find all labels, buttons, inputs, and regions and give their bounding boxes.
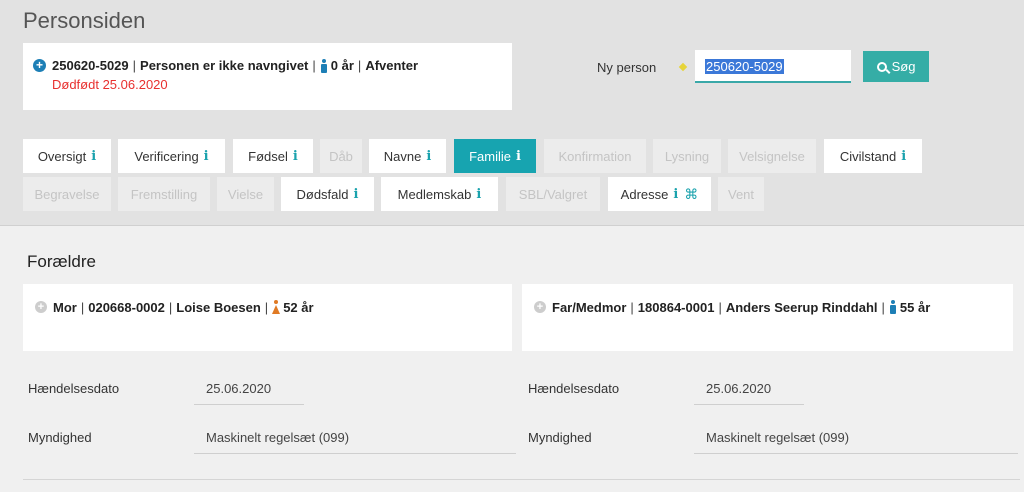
deceased-notice: Dødfødt 25.06.2020 <box>52 77 168 92</box>
person-age: 0 år <box>330 58 354 73</box>
tab-label: Dåb <box>329 148 353 164</box>
tab-vielse: Vielse <box>217 177 274 211</box>
tab-konfirmation: Konfirmation <box>544 139 646 173</box>
tab-label: Adresse <box>620 186 669 202</box>
tab-sbl-valgret: SBL/Valgret <box>506 177 600 211</box>
authority-label: Myndighed <box>28 430 92 445</box>
parent-role: Mor <box>53 300 77 315</box>
tab-label: Fødsel <box>248 148 288 164</box>
tab-daab: Dåb <box>320 139 362 173</box>
person-status: Afventer <box>365 58 419 73</box>
section-title: Forældre <box>27 252 96 271</box>
tab-lysning: Lysning <box>653 139 721 173</box>
tab-verificering[interactable]: Verificering i <box>118 139 225 173</box>
info-icon: i <box>426 148 432 164</box>
expand-plus-icon[interactable]: + <box>35 301 47 313</box>
info-icon: i <box>673 186 679 202</box>
tab-label: Oversigt <box>37 148 87 164</box>
parent-cpr: 180864-0001 <box>637 300 715 315</box>
search-button[interactable]: Søg <box>863 51 929 82</box>
tab-label: Vent <box>727 186 755 202</box>
cpr-search-value[interactable]: 250620-5029 <box>705 59 784 74</box>
required-diamond-icon <box>678 62 688 72</box>
person-summary-card: + 250620-5029 | Personen er ikke navngiv… <box>23 43 512 110</box>
info-icon: i <box>203 148 209 164</box>
separator: | <box>168 300 173 315</box>
tab-label: Lysning <box>664 148 710 164</box>
divider <box>23 479 1020 480</box>
tab-label: Vielse <box>227 186 264 202</box>
tab-fodsel[interactable]: Fødsel i <box>233 139 313 173</box>
tab-label: Medlemskab <box>397 186 472 202</box>
event-date-label: Hændelsesdato <box>28 381 120 396</box>
tab-oversigt[interactable]: Oversigt i <box>23 139 111 173</box>
male-icon <box>889 300 897 314</box>
expand-plus-icon[interactable]: + <box>534 301 546 313</box>
search-icon <box>876 61 887 72</box>
parent-role: Far/Medmor <box>552 300 627 315</box>
parent-age: 52 år <box>283 300 314 315</box>
tab-label: Velsignelse <box>739 148 805 164</box>
tab-medlemskab[interactable]: Medlemskab i <box>381 177 498 211</box>
command-icon[interactable]: ⌘ <box>684 186 698 203</box>
search-button-label: Søg <box>891 59 916 74</box>
person-cpr: 250620-5029 <box>52 58 129 73</box>
father-card: + Far/Medmor | 180864-0001 | Anders Seer… <box>522 284 1013 351</box>
male-icon <box>320 58 328 73</box>
parent-cpr: 020668-0002 <box>88 300 165 315</box>
tab-label: Navne <box>383 148 422 164</box>
tab-vent: Vent <box>718 177 764 211</box>
info-icon: i <box>476 186 482 202</box>
separator: | <box>718 300 722 315</box>
female-icon <box>272 300 281 314</box>
separator: | <box>630 300 634 315</box>
separator: | <box>357 58 362 73</box>
tab-label: Civilstand <box>839 148 897 164</box>
tab-label: Begravelse <box>34 186 100 202</box>
info-icon: i <box>515 148 521 164</box>
separator: | <box>881 300 885 315</box>
mother-authority: Maskinelt regelsæt (099) <box>194 430 516 454</box>
parent-name: Loise Boesen <box>176 300 261 315</box>
tab-label: SBL/Valgret <box>518 186 588 202</box>
parent-name: Anders Seerup Rinddahl <box>725 300 878 315</box>
event-date-label: Hændelsesdato <box>528 381 620 396</box>
mother-card: + Mor | 020668-0002 | Loise Boesen | 52 … <box>23 284 512 351</box>
tab-label: Dødsfald <box>296 186 349 202</box>
page-title: Personsiden <box>23 8 146 33</box>
authority-label: Myndighed <box>528 430 592 445</box>
info-icon: i <box>292 148 298 164</box>
separator: | <box>312 58 316 73</box>
new-person-label: Ny person <box>597 60 657 75</box>
tab-velsignelse: Velsignelse <box>728 139 816 173</box>
parent-age: 55 år <box>899 300 931 315</box>
tab-fremstilling: Fremstilling <box>118 177 210 211</box>
tab-label: Konfirmation <box>558 148 632 164</box>
separator: | <box>132 58 137 73</box>
tab-dodsfald[interactable]: Dødsfald i <box>281 177 374 211</box>
tab-civilstand[interactable]: Civilstand i <box>824 139 922 173</box>
tab-begravelse: Begravelse <box>23 177 111 211</box>
father-event-date: 25.06.2020 <box>694 381 804 405</box>
mother-event-date: 25.06.2020 <box>194 381 304 405</box>
info-icon: i <box>91 148 97 164</box>
tab-navne[interactable]: Navne i <box>369 139 446 173</box>
info-icon: i <box>901 148 907 164</box>
separator: | <box>80 300 85 315</box>
info-icon: i <box>353 186 359 202</box>
tab-familie[interactable]: Familie i <box>454 139 536 173</box>
tab-label: Fremstilling <box>130 186 198 202</box>
father-authority: Maskinelt regelsæt (099) <box>694 430 1018 454</box>
tab-label: Verificering <box>134 148 199 164</box>
person-name: Personen er ikke navngivet <box>140 58 309 73</box>
separator: | <box>264 300 269 315</box>
expand-plus-icon[interactable]: + <box>33 59 46 72</box>
tab-adresse[interactable]: Adresse i ⌘ <box>608 177 711 211</box>
tab-label: Familie <box>469 148 511 164</box>
